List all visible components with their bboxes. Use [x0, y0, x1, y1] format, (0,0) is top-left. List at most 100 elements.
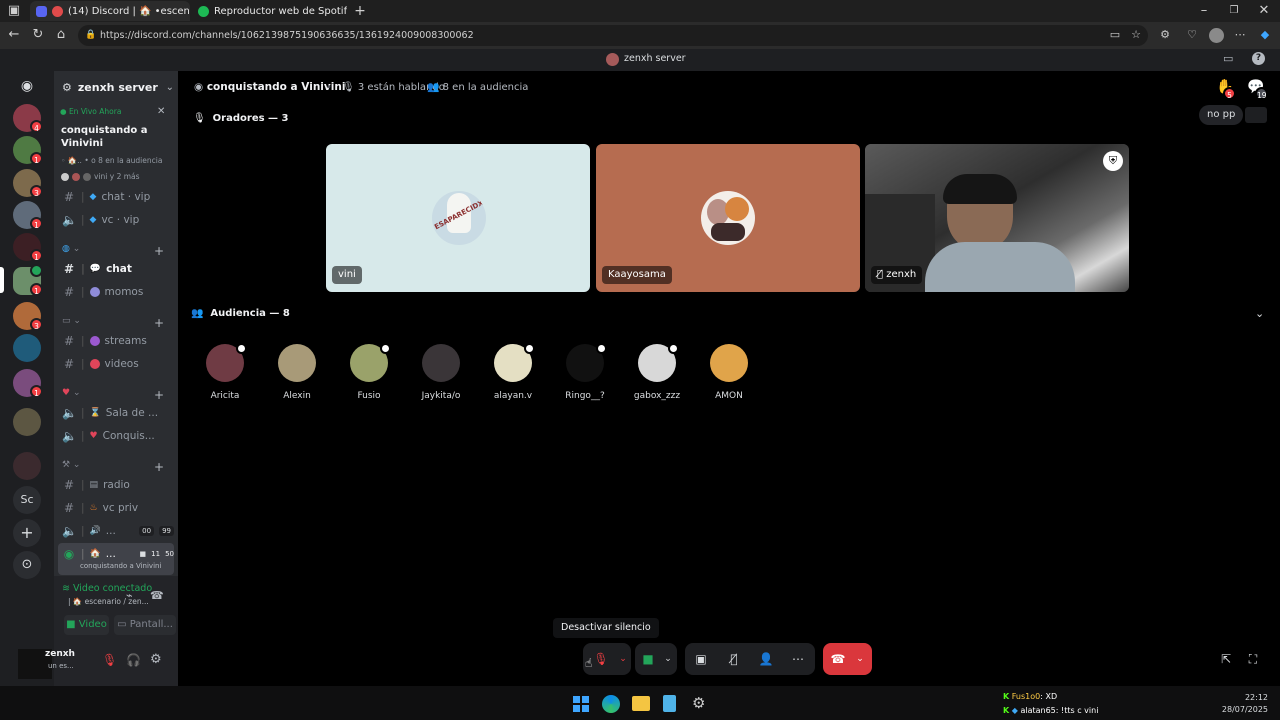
speaker-tile-vini[interactable]: ESAPARECIDX vini [326, 144, 590, 292]
discover-compass-icon[interactable]: ⊙ [13, 551, 41, 579]
copilot-icon[interactable]: ◆ [1258, 28, 1272, 42]
clock-date[interactable]: 28/07/2025 [1218, 705, 1268, 714]
channel-videos[interactable]: # | videos [62, 354, 174, 374]
more-menu-icon[interactable]: ⋯ [1233, 28, 1247, 42]
no-pp-badge[interactable]: no pp [1199, 105, 1244, 125]
invite-people-icon[interactable]: 👤 [758, 651, 774, 667]
audience-header[interactable]: 👥 Audiencia — 8 [191, 308, 290, 319]
favorite-star-icon[interactable]: ☆ [1129, 28, 1143, 42]
browser-essentials-icon[interactable]: ♡ [1185, 28, 1199, 42]
screen-share-icon[interactable]: ▣ [693, 651, 709, 667]
clock-time[interactable]: 22:12 [1232, 693, 1268, 702]
back-icon[interactable]: ← [6, 27, 22, 43]
mini-preview[interactable] [1245, 107, 1267, 123]
file-explorer-icon[interactable] [632, 696, 650, 711]
tab-discord[interactable]: (14) Discord | 🏠 •escenar ✕ [30, 1, 190, 21]
hang-up-icon[interactable]: ☎ [830, 651, 846, 667]
url-field[interactable]: 🔒 https://discord.com/channels/106213987… [78, 25, 1148, 46]
category-header[interactable]: ⚒ ⌄ + [62, 460, 174, 474]
channel-momos[interactable]: # | momos [62, 282, 174, 302]
extensions-icon[interactable]: ⚙ [1158, 28, 1172, 42]
tab-spotify[interactable]: Reproductor web de Spotify: mú ✕ [192, 1, 347, 21]
server-icon[interactable]: 3 [13, 302, 43, 331]
muted-mic-icon[interactable]: 🎙 [593, 651, 609, 667]
minimize-icon[interactable]: – [1196, 3, 1212, 19]
channel-sala[interactable]: 🔈 | ⌛ Sala de ... [62, 403, 174, 423]
speaker-tile-kaayosama[interactable]: Kaayosama [596, 144, 860, 292]
add-channel-icon[interactable]: + [154, 388, 164, 402]
close-icon[interactable]: ✕ [157, 106, 165, 117]
chevron-down-icon[interactable]: ⌄ [615, 651, 631, 667]
inbox-icon[interactable]: ▭ [1223, 52, 1233, 65]
maximize-icon[interactable]: ❐ [1226, 3, 1242, 19]
server-icon-selected[interactable]: 1 [13, 264, 43, 296]
user-name[interactable]: zenxh [45, 649, 75, 659]
move-to-audience-icon[interactable]: 🎙̸ [726, 651, 742, 667]
server-icon[interactable]: 3 [13, 169, 43, 198]
camera-icon[interactable]: ■ [640, 651, 656, 667]
server-icon[interactable] [13, 334, 41, 362]
home-icon[interactable]: ⌂ [53, 27, 69, 43]
pop-out-icon[interactable]: ⇱ [1218, 651, 1234, 667]
chevron-down-icon[interactable]: ⌄ [660, 651, 676, 667]
add-server-icon[interactable]: + [13, 519, 41, 547]
windows-start-icon[interactable] [573, 696, 589, 712]
server-icon[interactable]: 1 [13, 369, 43, 398]
profile-avatar[interactable] [1209, 28, 1224, 43]
audience-member[interactable]: Fusio [337, 343, 401, 401]
server-icon[interactable]: 1 [13, 136, 43, 165]
audience-member[interactable]: Aricita [193, 343, 257, 401]
noise-suppression-icon[interactable]: ⌁ [126, 589, 133, 602]
notepad-icon[interactable] [663, 695, 676, 712]
server-icon[interactable] [13, 408, 41, 436]
live-title[interactable]: conquistando a Vinivini [61, 124, 153, 150]
new-tab-button[interactable]: + [352, 3, 368, 19]
channel-streams[interactable]: # | streams [62, 331, 174, 351]
cast-icon[interactable]: ▭ [1108, 28, 1122, 42]
channel-voice-counter[interactable]: 🔈 | 🔊... 00 99 [62, 521, 174, 541]
help-icon[interactable]: ? [1252, 52, 1265, 65]
discord-home-icon[interactable]: ◉ [13, 72, 41, 100]
fullscreen-icon[interactable]: ⛶ [1245, 651, 1261, 667]
voice-location[interactable]: | 🏠 escenario / zen... [68, 597, 149, 606]
muted-mic-icon[interactable]: 🎙 [102, 653, 117, 667]
tab-actions-icon[interactable]: ▣ [6, 3, 22, 19]
channel-vc-vip[interactable]: 🔈 | ◆ vc · vip [62, 210, 174, 230]
server-icon[interactable]: 1 [13, 233, 43, 262]
server-header[interactable]: ⚙ zenxh server ⌄ [62, 79, 174, 95]
audience-member[interactable]: Alexin [265, 344, 329, 401]
screen-share-button[interactable]: ▭ Pantall... [114, 615, 176, 635]
server-icon[interactable]: 4 [13, 104, 43, 133]
channel-radio[interactable]: # | ▤ radio [62, 475, 174, 495]
category-header[interactable]: ▭ ⌄ + [62, 316, 174, 330]
add-channel-icon[interactable]: + [154, 244, 164, 258]
audience-member[interactable]: AMON [697, 344, 761, 401]
chevron-down-icon[interactable]: ⌄ [852, 651, 868, 667]
audience-member[interactable]: Ringo__? [553, 343, 617, 401]
refresh-icon[interactable]: ↻ [30, 27, 46, 43]
more-options-icon[interactable]: ⋯ [790, 651, 806, 667]
audience-member[interactable]: alayan.v [481, 343, 545, 401]
settings-gear-icon[interactable]: ⚙ [150, 652, 162, 667]
speaker-tile-zenxh[interactable]: ⛨ 🎙̸ zenxh [865, 144, 1129, 292]
channel-conquis[interactable]: 🔈 | ♥ Conquis... [62, 426, 174, 446]
video-button[interactable]: ■ Video [64, 615, 109, 635]
audience-member[interactable]: gabox_zzz [625, 343, 689, 401]
server-icon[interactable] [13, 452, 41, 480]
server-icon[interactable]: 1 [13, 201, 43, 230]
add-channel-icon[interactable]: + [154, 316, 164, 330]
category-header[interactable]: ◍ ⌄ + [62, 244, 174, 258]
server-icon-text[interactable]: Sc [13, 486, 41, 514]
disconnect-icon[interactable]: ☎ [150, 589, 164, 602]
channel-vc-priv[interactable]: # | ♨ vc priv [62, 498, 174, 518]
settings-app-icon[interactable]: ⚙ [692, 694, 705, 712]
category-header[interactable]: ♥ ⌄ + [62, 388, 174, 402]
channel-chat[interactable]: # | 💬 chat [62, 259, 174, 279]
headphones-icon[interactable]: 🎧 [126, 653, 141, 667]
channel-chat-vip[interactable]: # | ◆ chat · vip [62, 187, 174, 207]
add-channel-icon[interactable]: + [154, 460, 164, 474]
channel-stage[interactable]: ◉ | 🏠... ■ 11 50 [62, 544, 174, 564]
edge-browser-icon[interactable] [602, 695, 620, 713]
audience-member[interactable]: Jaykita/o [409, 344, 473, 401]
close-window-icon[interactable]: ✕ [1256, 3, 1272, 19]
